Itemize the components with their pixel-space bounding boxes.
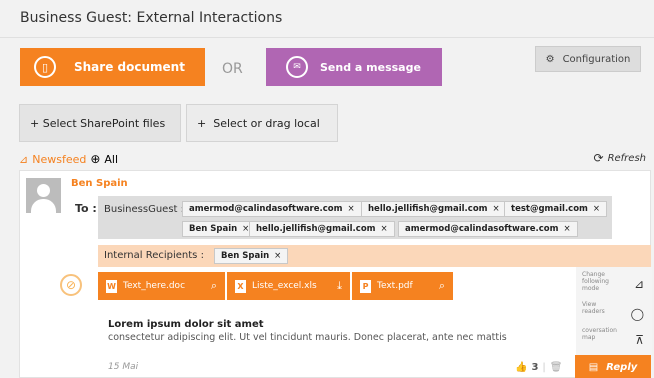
recipient-chip[interactable]: hello.jellifish@gmail.com × bbox=[361, 201, 507, 217]
page-title: Business Guest: External Interactions bbox=[20, 10, 283, 26]
post-card: Ben Spain To : BusinessGuest : amermod@c… bbox=[19, 170, 652, 378]
recipient-chip[interactable]: hello.jellifish@gmail.com × bbox=[249, 221, 395, 237]
configuration-label: Configuration bbox=[562, 53, 631, 65]
reply-label: Reply bbox=[606, 361, 638, 373]
internal-recipients-label: Internal Recipients : bbox=[104, 250, 204, 261]
remove-chip-icon[interactable]: × bbox=[381, 224, 388, 234]
plus-icon: + bbox=[197, 116, 214, 130]
conversation-map-button[interactable]: coversation map ⊼ bbox=[582, 327, 646, 351]
recipient-chip-label: amermod@calindasoftware.com bbox=[405, 224, 559, 234]
speech-bubble-icon: ◯ bbox=[630, 307, 644, 321]
refresh-icon: ⟳ bbox=[593, 151, 604, 165]
search-icon[interactable]: ⌕ bbox=[211, 279, 217, 293]
post-author[interactable]: Ben Spain bbox=[71, 178, 128, 189]
send-message-button[interactable]: ✉ Send a message bbox=[266, 48, 442, 86]
feed-filter: ⊿ Newsfeed ⊕ All bbox=[19, 152, 118, 166]
post-body: consectetur adipiscing elit. Ut vel tinc… bbox=[108, 332, 507, 343]
recipient-chip-label: amermod@calindasoftware.com bbox=[189, 204, 343, 214]
avatar-head bbox=[37, 184, 50, 197]
recipient-chip-label: hello.jellifish@gmail.com bbox=[368, 204, 488, 214]
or-separator: OR bbox=[222, 61, 243, 77]
attachment-name: Text.pdf bbox=[377, 281, 413, 291]
recipient-chip-label: Ben Spain bbox=[189, 224, 238, 234]
change-following-label: Change following mode bbox=[582, 271, 609, 292]
attachment-file[interactable]: P Text.pdf ⌕ bbox=[352, 272, 453, 300]
post-date: 15 Mai bbox=[108, 362, 139, 372]
refresh-button[interactable]: ⟳ Refresh bbox=[594, 151, 647, 165]
word-file-icon: W bbox=[106, 279, 117, 293]
reply-icon: ▤ bbox=[588, 361, 599, 373]
remove-chip-icon[interactable]: × bbox=[347, 204, 354, 214]
envelope-icon: ✉ bbox=[286, 56, 308, 78]
recipient-chip[interactable]: amermod@calindasoftware.com × bbox=[182, 201, 362, 217]
trash-icon[interactable]: 🗑 bbox=[550, 362, 563, 373]
share-document-label: Share document bbox=[74, 60, 185, 74]
to-label: To : bbox=[75, 202, 97, 215]
divider: | bbox=[542, 362, 546, 373]
thumbs-up-icon: 👍 bbox=[515, 362, 528, 373]
globe-icon: ⊕ bbox=[90, 152, 101, 166]
plus-icon: + bbox=[30, 116, 43, 130]
view-readers-label: View readers bbox=[582, 301, 605, 315]
search-icon[interactable]: ⌕ bbox=[439, 279, 445, 293]
header-divider bbox=[0, 37, 654, 38]
app-window: Business Guest: External Interactions ▯ … bbox=[0, 0, 654, 378]
paperclip-icon: ⊘ bbox=[60, 274, 82, 296]
internal-chip-label: Ben Spain bbox=[221, 251, 270, 261]
recipient-chip[interactable]: Ben Spain × bbox=[182, 221, 257, 237]
business-guest-label: BusinessGuest : bbox=[104, 204, 185, 215]
recipient-chip[interactable]: amermod@calindasoftware.com × bbox=[398, 221, 578, 237]
change-following-mode-button[interactable]: Change following mode ⊿ bbox=[582, 271, 646, 295]
attachment-file[interactable]: X Liste_excel.xls ⤓ bbox=[227, 272, 350, 300]
select-local-label: Select or drag local bbox=[213, 116, 320, 130]
internal-recipient-chip[interactable]: Ben Spain × bbox=[214, 248, 289, 264]
attachment-name: Text_here.doc bbox=[123, 281, 186, 291]
select-local-files-button[interactable]: + Select or drag local bbox=[186, 104, 338, 142]
configuration-button[interactable]: ⚙ Configuration bbox=[535, 46, 641, 72]
share-document-button[interactable]: ▯ Share document bbox=[20, 48, 205, 86]
rss-icon: ⊿ bbox=[633, 277, 644, 291]
gear-icon: ⚙ bbox=[545, 53, 555, 65]
remove-chip-icon[interactable]: × bbox=[593, 204, 600, 214]
rss-icon: ⊿ bbox=[19, 152, 29, 166]
select-sharepoint-files-button[interactable]: + Select SharePoint files bbox=[19, 104, 181, 142]
post-title: Lorem ipsum dolor sit amet bbox=[108, 319, 264, 330]
hierarchy-icon: ⊼ bbox=[635, 333, 644, 347]
remove-chip-icon[interactable]: × bbox=[274, 251, 281, 261]
pdf-file-icon: P bbox=[360, 279, 371, 293]
like-count: 3 bbox=[531, 362, 539, 373]
document-icon: ▯ bbox=[34, 56, 56, 78]
send-message-label: Send a message bbox=[320, 60, 421, 74]
view-readers-button[interactable]: View readers ◯ bbox=[582, 301, 646, 325]
like-counter[interactable]: 👍 3 | 🗑 bbox=[515, 362, 563, 373]
avatar-body bbox=[31, 199, 56, 213]
avatar bbox=[26, 178, 61, 213]
remove-chip-icon[interactable]: × bbox=[493, 204, 500, 214]
recipient-chip[interactable]: test@gmail.com × bbox=[504, 201, 608, 217]
recipient-chip-label: test@gmail.com bbox=[511, 204, 588, 214]
business-guest-recipients: BusinessGuest : amermod@calindasoftware.… bbox=[98, 196, 612, 239]
internal-recipients: Internal Recipients : Ben Spain × bbox=[98, 245, 651, 267]
remove-chip-icon[interactable]: × bbox=[563, 224, 570, 234]
attachment-file[interactable]: W Text_here.doc ⌕ bbox=[98, 272, 225, 300]
excel-file-icon: X bbox=[235, 279, 246, 293]
download-icon[interactable]: ⤓ bbox=[337, 279, 342, 293]
select-sharepoint-label: Select SharePoint files bbox=[42, 116, 166, 130]
recipient-chip-label: hello.jellifish@gmail.com bbox=[256, 224, 376, 234]
conversation-map-label: coversation map bbox=[582, 327, 617, 341]
all-filter-link[interactable]: All bbox=[104, 153, 118, 166]
newsfeed-link[interactable]: Newsfeed bbox=[32, 153, 86, 166]
reply-button[interactable]: ▤ Reply bbox=[575, 355, 651, 378]
refresh-label: Refresh bbox=[607, 152, 646, 164]
attachment-name: Liste_excel.xls bbox=[252, 281, 317, 291]
